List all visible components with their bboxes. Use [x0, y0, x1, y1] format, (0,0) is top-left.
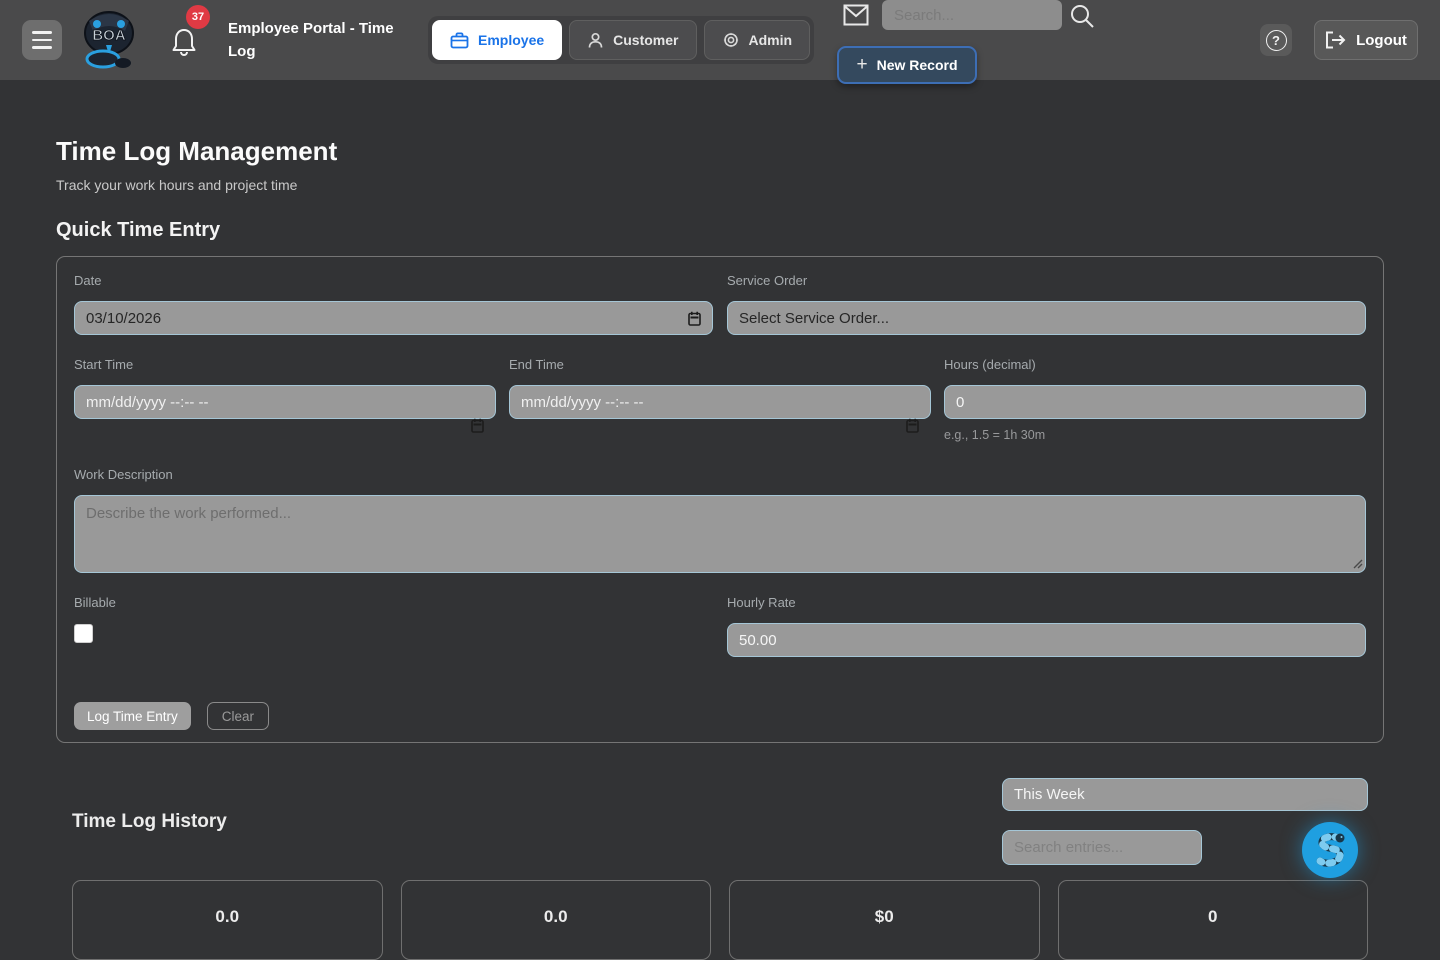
mail-icon[interactable] — [843, 4, 869, 31]
work-description-label: Work Description — [74, 467, 1366, 482]
service-order-label: Service Order — [727, 273, 1366, 288]
start-time-input[interactable] — [74, 385, 496, 419]
person-icon — [587, 32, 604, 49]
hours-label: Hours (decimal) — [944, 357, 1366, 372]
history-filter-selected-value: This Week — [1014, 786, 1085, 803]
page-subtitle: Track your work hours and project time — [56, 177, 1384, 193]
briefcase-icon — [450, 32, 469, 49]
tab-employee-label: Employee — [478, 32, 544, 48]
billable-label: Billable — [74, 595, 713, 610]
notifications-button[interactable] — [170, 26, 200, 60]
logout-icon — [1325, 31, 1347, 49]
notification-count-badge: 37 — [186, 5, 210, 29]
service-order-selected-value: Select Service Order... — [739, 310, 889, 327]
question-mark-icon: ? — [1266, 30, 1287, 51]
navbar: BOA 37 Employee Portal - Time Log Employ… — [0, 0, 1440, 80]
snake-icon — [1313, 830, 1347, 870]
date-input[interactable] — [74, 301, 713, 335]
work-description-textarea[interactable] — [74, 495, 1366, 573]
service-order-select[interactable]: Select Service Order... — [727, 301, 1366, 335]
hours-input[interactable] — [944, 385, 1366, 419]
portal-tabbar: Employee Customer Admin — [428, 16, 814, 64]
bell-icon — [170, 26, 198, 58]
new-record-label: New Record — [877, 57, 958, 73]
app-title: Employee Portal - Time Log — [228, 17, 416, 63]
stat-card-entries: 0 — [1058, 880, 1369, 960]
history-search-input[interactable] — [1002, 830, 1202, 865]
search-icon[interactable] — [1068, 2, 1096, 35]
app-logo: BOA — [79, 9, 139, 71]
hourly-rate-label: Hourly Rate — [727, 595, 1366, 610]
calendar-icon — [906, 418, 919, 433]
help-button[interactable]: ? — [1260, 24, 1292, 56]
quick-time-entry-panel: Date Service Order Select Service Order.… — [56, 256, 1384, 743]
gear-icon — [722, 31, 740, 49]
svg-text:BOA: BOA — [92, 27, 126, 44]
hamburger-menu-button[interactable] — [22, 20, 62, 60]
stat-value: 0.0 — [544, 907, 568, 959]
stat-value: $0 — [875, 907, 894, 959]
tab-employee[interactable]: Employee — [432, 20, 562, 60]
new-record-button[interactable]: + New Record — [837, 46, 977, 84]
stat-value: 0 — [1208, 907, 1217, 959]
log-time-entry-button[interactable]: Log Time Entry — [74, 702, 191, 730]
calendar-icon — [471, 418, 484, 433]
tab-admin[interactable]: Admin — [704, 20, 811, 60]
hourly-rate-input[interactable] — [727, 623, 1366, 657]
date-label: Date — [74, 273, 713, 288]
tab-admin-label: Admin — [749, 32, 793, 48]
logout-button[interactable]: Logout — [1314, 20, 1418, 60]
clear-button[interactable]: Clear — [207, 702, 269, 730]
logout-label: Logout — [1356, 32, 1407, 49]
stat-value: 0.0 — [215, 907, 239, 959]
tab-customer-label: Customer — [613, 32, 678, 48]
history-filter-select[interactable]: This Week — [1002, 778, 1368, 811]
page-title: Time Log Management — [56, 136, 1384, 167]
end-time-input[interactable] — [509, 385, 931, 419]
assistant-fab-button[interactable] — [1302, 822, 1358, 878]
history-stats-row: 0.0 0.0 $0 0 — [56, 880, 1384, 960]
start-time-label: Start Time — [74, 357, 496, 372]
time-log-history-header: Time Log History This Week — [56, 778, 1384, 865]
end-time-label: End Time — [509, 357, 931, 372]
stat-card-amount: $0 — [729, 880, 1040, 960]
quick-entry-heading: Quick Time Entry — [56, 219, 1384, 242]
plus-icon: + — [856, 54, 867, 76]
history-heading: Time Log History — [72, 811, 227, 833]
hours-hint: e.g., 1.5 = 1h 30m — [944, 428, 1366, 442]
stat-card-hours-week: 0.0 — [72, 880, 383, 960]
boa-snake-logo-icon: BOA — [79, 9, 139, 71]
global-search-input[interactable] — [882, 0, 1062, 30]
billable-checkbox[interactable] — [74, 624, 93, 643]
main-content: Time Log Management Track your work hour… — [0, 136, 1440, 960]
tab-customer[interactable]: Customer — [569, 20, 696, 60]
stat-card-hours-total: 0.0 — [401, 880, 712, 960]
